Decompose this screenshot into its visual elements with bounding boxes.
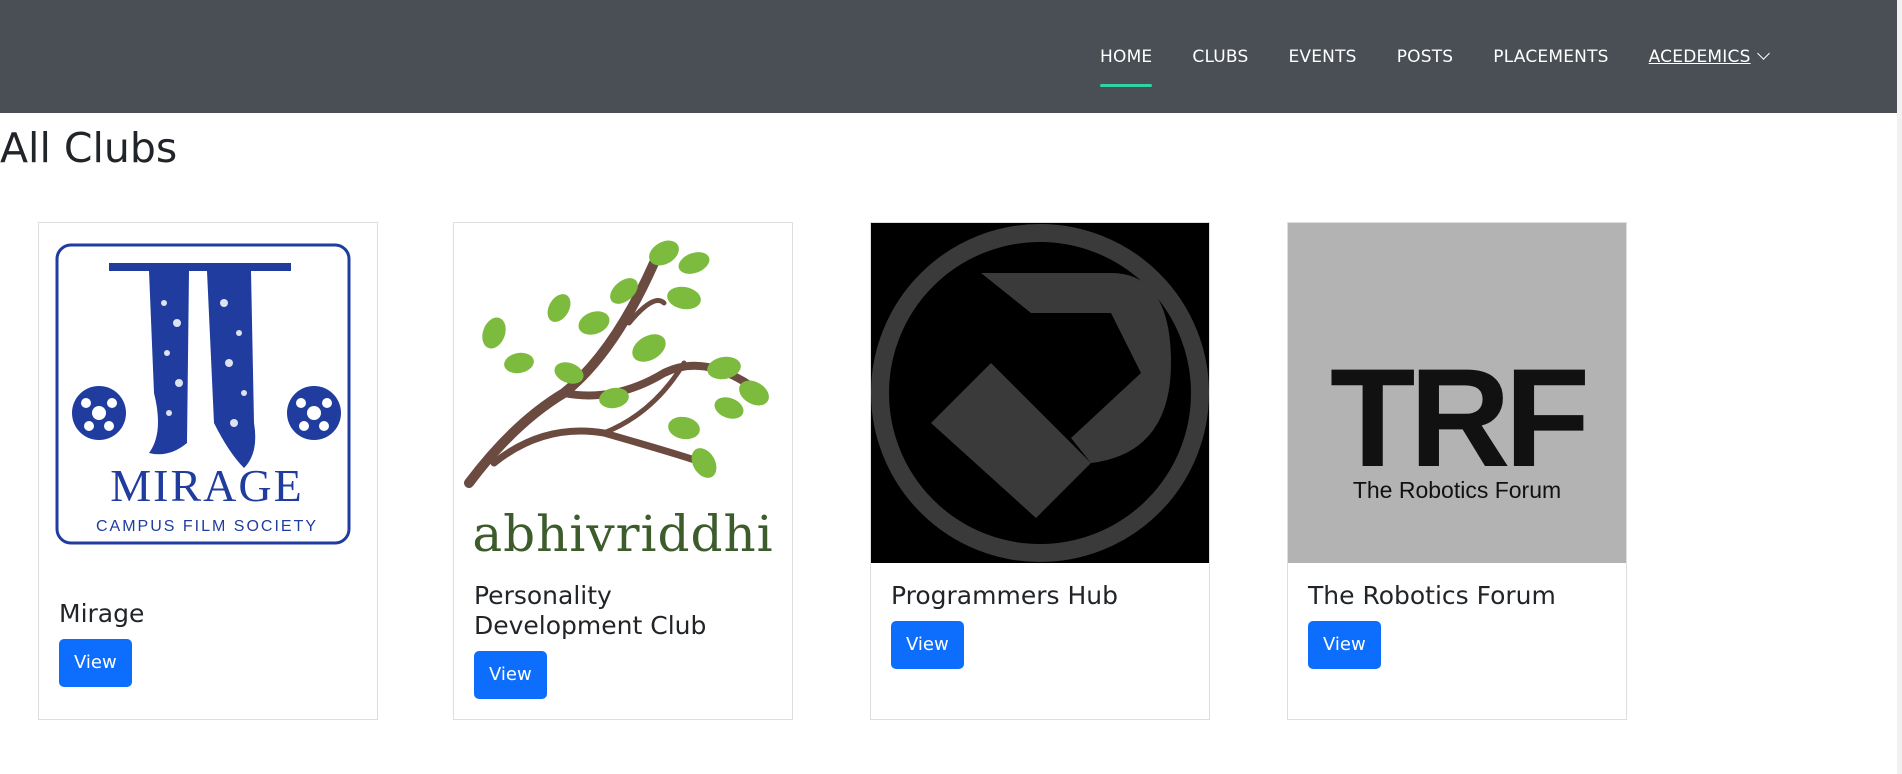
page-title: All Clubs [0, 124, 178, 172]
card-body: The Robotics Forum View [1308, 581, 1606, 669]
trf-wordmark: TRF [1330, 339, 1586, 496]
scrollbar[interactable] [1897, 0, 1902, 774]
nav-item-placements[interactable]: PLACEMENTS [1473, 47, 1628, 67]
club-name: The Robotics Forum [1308, 581, 1556, 610]
nav-item-clubs[interactable]: CLUBS [1172, 47, 1268, 67]
card-body: Personality Development Club View [474, 581, 772, 699]
view-button[interactable]: View [59, 639, 132, 687]
view-button[interactable]: View [891, 621, 964, 669]
club-name-line2: Development Club [474, 611, 707, 640]
club-card-personality-development: abhivriddhi Personality Development Club… [453, 222, 793, 720]
robotics-forum-logo: TRF The Robotics Forum [1288, 223, 1626, 563]
card-body: Mirage View [59, 599, 357, 687]
abhivriddhi-wordmark: abhivriddhi [472, 505, 773, 563]
chevron-down-icon [1756, 46, 1770, 60]
mirage-logo: MIRAGE CAMPUS FILM SOCIETY [39, 223, 377, 563]
mirage-subtitle: CAMPUS FILM SOCIETY [96, 518, 318, 535]
mirage-wordmark: MIRAGE [110, 460, 303, 511]
club-card-mirage: MIRAGE CAMPUS FILM SOCIETY Mirage View [38, 222, 378, 720]
club-card-programmers-hub: Programmers Hub View [870, 222, 1210, 720]
nav-item-posts[interactable]: POSTS [1377, 47, 1474, 67]
club-name: Mirage [59, 599, 145, 628]
club-card-robotics-forum: TRF The Robotics Forum The Robotics Foru… [1287, 222, 1627, 720]
club-name: Personality Development Club [474, 581, 772, 641]
top-navbar: HOME CLUBS EVENTS POSTS PLACEMENTS ACEDE… [0, 0, 1897, 113]
nav-item-events[interactable]: EVENTS [1268, 47, 1376, 67]
nav-item-acedemics-label: ACEDEMICS [1648, 46, 1751, 67]
club-name: Programmers Hub [891, 581, 1118, 610]
nav-item-home[interactable]: HOME [1080, 47, 1172, 87]
view-button[interactable]: View [1308, 621, 1381, 669]
trf-subtitle: The Robotics Forum [1353, 477, 1561, 503]
programmers-hub-logo [871, 223, 1209, 563]
abhivriddhi-logo: abhivriddhi [454, 223, 792, 563]
view-button[interactable]: View [474, 651, 547, 699]
club-name-line1: Personality [474, 581, 612, 610]
nav-item-acedemics[interactable]: ACEDEMICS [1629, 47, 1788, 67]
card-body: Programmers Hub View [891, 581, 1189, 669]
main-nav: HOME CLUBS EVENTS POSTS PLACEMENTS ACEDE… [1080, 0, 1788, 113]
